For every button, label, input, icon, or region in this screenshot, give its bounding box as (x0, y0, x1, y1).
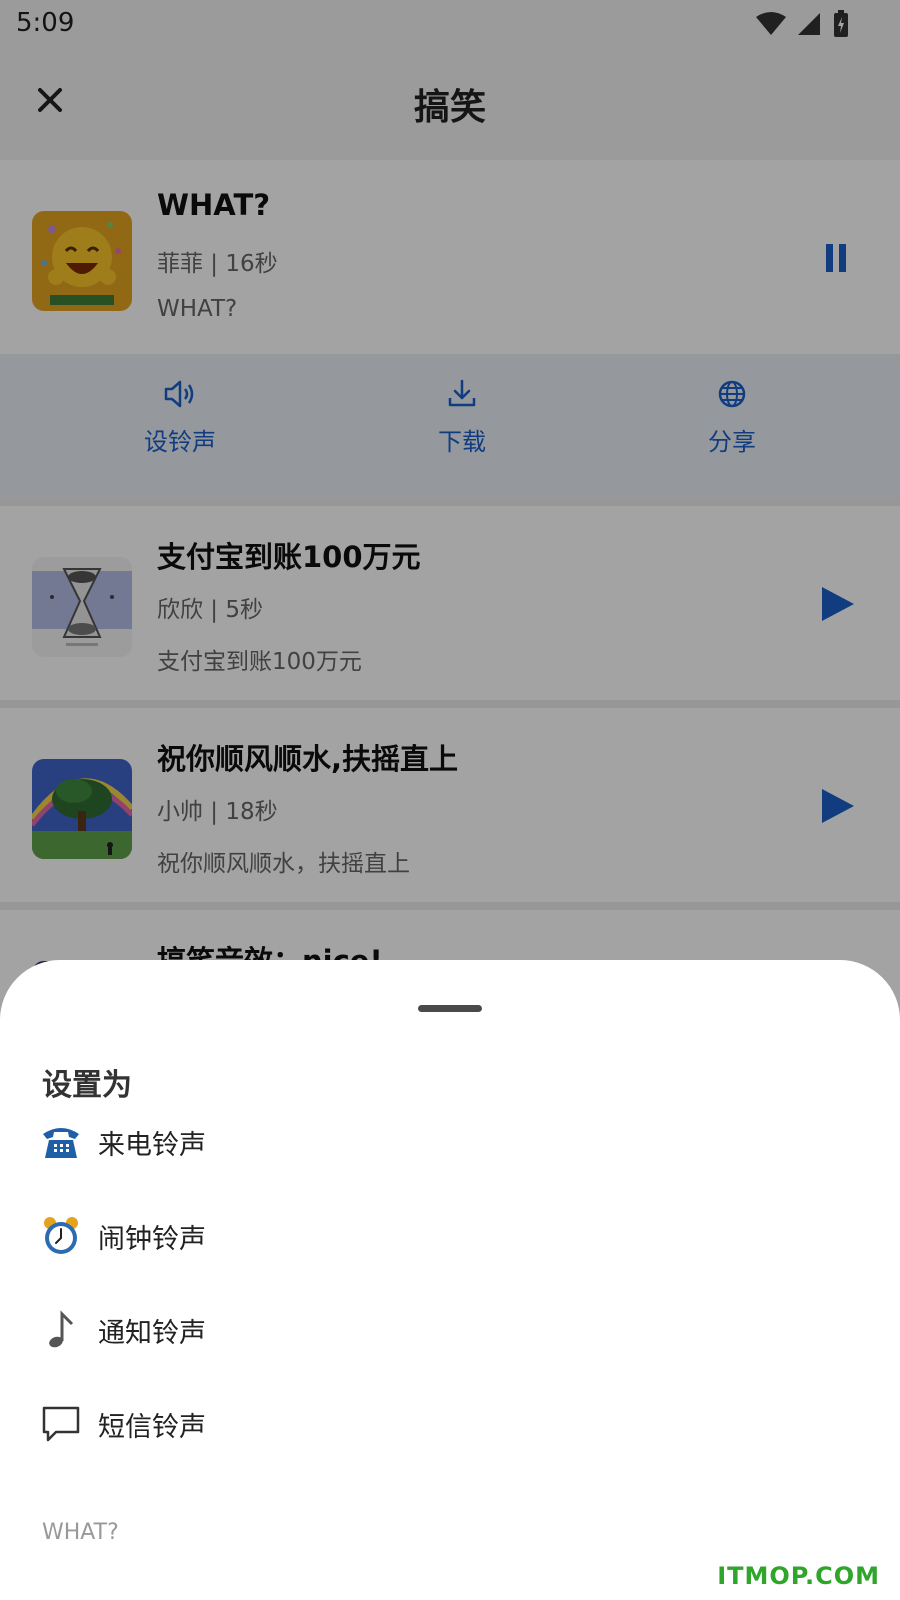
watermark: ITMOP.COM (717, 1562, 880, 1590)
option-notification-ringtone[interactable]: 通知铃声 (40, 1300, 206, 1360)
music-note-icon (40, 1309, 82, 1351)
option-alarm-ringtone[interactable]: 闹钟铃声 (40, 1206, 206, 1266)
telephone-icon (40, 1121, 82, 1163)
option-label: 通知铃声 (98, 1317, 206, 1349)
set-as-bottom-sheet: 设置为 来电铃声 闹钟铃声 通知铃声 短信铃声 WHAT? (0, 960, 900, 1600)
option-sms-ringtone[interactable]: 短信铃声 (40, 1394, 206, 1454)
alarm-clock-icon (40, 1215, 82, 1257)
option-incoming-call-ringtone[interactable]: 来电铃声 (40, 1112, 206, 1172)
option-label: 短信铃声 (98, 1411, 206, 1443)
sheet-drag-handle[interactable] (418, 1005, 482, 1012)
option-label: 闹钟铃声 (98, 1223, 206, 1255)
sheet-footer-track-name: WHAT? (42, 1520, 119, 1545)
message-bubble-icon (40, 1403, 82, 1445)
sheet-title: 设置为 (42, 1068, 132, 1103)
app-screen: 5:09 搞笑 WHAT? 菲菲 | 16秒 WHAT? 设铃声 下载 分享 支… (0, 0, 900, 1600)
option-label: 来电铃声 (98, 1129, 206, 1161)
